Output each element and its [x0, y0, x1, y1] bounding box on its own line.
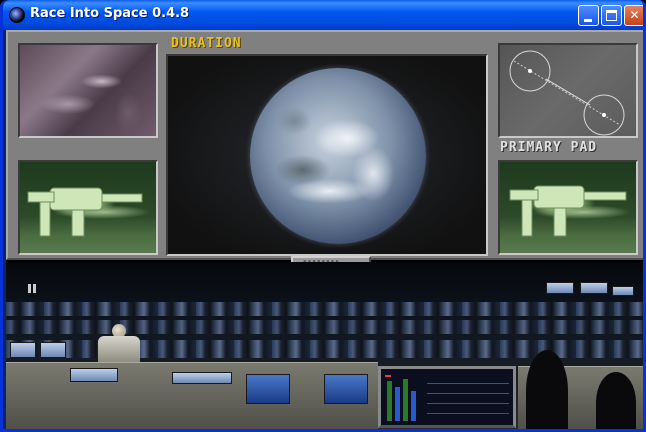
console-display [246, 374, 290, 404]
earth-globe-icon [250, 68, 426, 244]
telemetry-gridline [427, 393, 509, 394]
console-monitor [10, 342, 36, 358]
minimize-icon [584, 19, 592, 22]
console-panel [172, 372, 232, 384]
primary-pad-caption: PRIMARY PAD [500, 140, 598, 155]
console-display [324, 374, 368, 404]
terrain-view [18, 43, 158, 138]
controller-silhouette [526, 350, 568, 429]
telemetry-gridline [427, 413, 509, 414]
telemetry-gridline [427, 383, 509, 384]
minimize-button[interactable] [578, 5, 599, 26]
telemetry-bar [395, 387, 400, 421]
space-station-icon [509, 185, 627, 237]
app-window: Race Into Space 0.4.8 ✕ DURATION PRIMARY… [0, 0, 646, 432]
wall-monitor [546, 282, 574, 294]
telemetry-bar [387, 381, 392, 421]
mission-panel: DURATION PRIMARY PAD [6, 30, 643, 260]
telemetry-gridline [427, 403, 509, 404]
close-button[interactable]: ✕ [624, 5, 643, 26]
maximize-icon [606, 10, 617, 21]
console-panel [70, 368, 118, 382]
duration-caption: DURATION [171, 36, 242, 51]
orbit-diagram [498, 43, 638, 138]
space-station-icon [27, 187, 143, 237]
window-title: Race Into Space 0.4.8 [30, 6, 190, 21]
station-view-right [498, 160, 638, 255]
orbit-map-icon [509, 50, 625, 136]
console-row-middle [6, 320, 643, 334]
title-bar[interactable]: Race Into Space 0.4.8 ✕ [3, 0, 643, 30]
telemetry-bar [411, 391, 416, 421]
station-view-left [18, 160, 158, 255]
wall-monitor [612, 286, 634, 296]
maximize-button[interactable] [601, 5, 622, 26]
game-canvas[interactable]: DURATION PRIMARY PAD [6, 30, 643, 429]
telemetry-bar [403, 379, 408, 421]
wall-monitor [580, 282, 608, 294]
controller-body [98, 336, 140, 362]
console-row-back [6, 302, 643, 316]
pause-icon[interactable] [28, 284, 31, 293]
console-monitor [40, 342, 66, 358]
controller-silhouette [596, 372, 636, 429]
earth-view [166, 54, 488, 256]
mission-control-room[interactable] [6, 262, 643, 429]
telemetry-marker [385, 375, 391, 377]
telemetry-screen [378, 366, 516, 428]
app-icon[interactable] [9, 7, 25, 23]
